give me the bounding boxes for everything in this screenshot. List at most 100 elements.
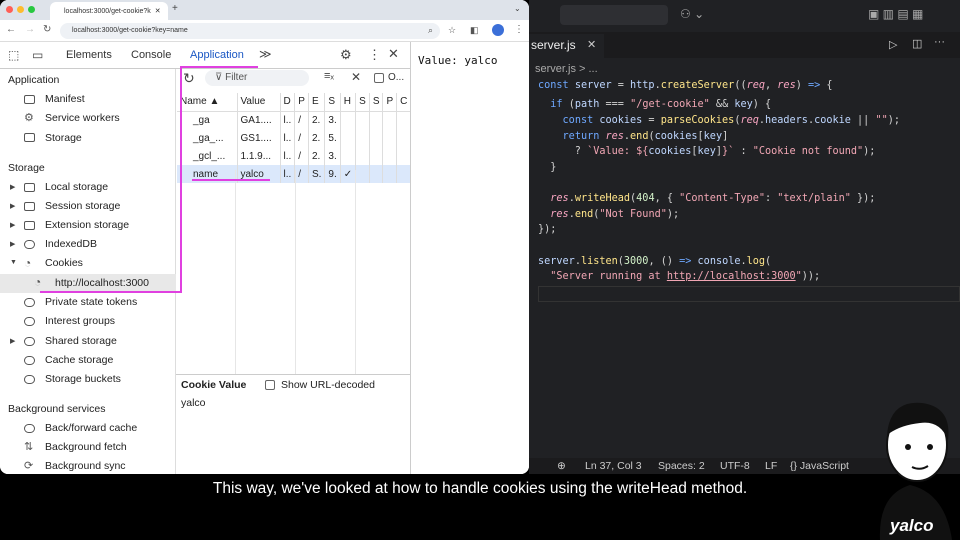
column-header-samesite[interactable]: S	[369, 93, 384, 112]
sidebar-item-session-storage[interactable]: Session storage	[45, 200, 120, 212]
code-line: if (path === "/get-cookie" && key) {	[550, 99, 772, 110]
close-window-dot[interactable]	[6, 6, 13, 13]
sidebar-item-cache-storage[interactable]: Cache storage	[45, 354, 113, 366]
column-header-path[interactable]: P	[294, 93, 309, 112]
tab-list-icon[interactable]: ⌄	[514, 4, 521, 13]
cell	[396, 129, 412, 147]
editor-tab-title: server.js	[531, 38, 576, 52]
cursor-position[interactable]: Ln 37, Col 3	[585, 460, 642, 472]
copilot-icon[interactable]: ⚇ ⌄	[680, 7, 704, 21]
cell: /	[294, 111, 309, 129]
delete-selected-icon[interactable]: ✕	[351, 70, 361, 84]
sidebar-item-back-forward-cache[interactable]: Back/forward cache	[45, 422, 137, 434]
breadcrumb[interactable]: server.js > ...	[535, 63, 598, 75]
back-icon[interactable]: ←	[6, 24, 16, 35]
sidebar-item-cookie-origin[interactable]: http://localhost:3000	[55, 277, 149, 289]
search-icon[interactable]: ⌕	[428, 25, 433, 36]
tab-application[interactable]: Application	[190, 49, 244, 61]
more-options-icon[interactable]: ⋮	[368, 47, 381, 63]
language-mode[interactable]: {} JavaScript	[790, 460, 849, 472]
more-tabs-icon[interactable]: ≫	[259, 47, 272, 61]
cell	[355, 147, 370, 165]
column-header-httponly[interactable]: H	[340, 93, 357, 112]
code-line: const server = http.createServer((req, r…	[538, 80, 833, 91]
sidebar-item-local-storage[interactable]: Local storage	[45, 181, 108, 193]
line-ending[interactable]: LF	[765, 460, 777, 472]
avatar[interactable]	[492, 24, 504, 36]
zoom-icon[interactable]: ⊕	[557, 460, 566, 472]
url-field[interactable]: localhost:3000/get-cookie?key=name	[60, 23, 440, 39]
gear-icon: ⚙	[24, 112, 34, 124]
zoom-window-dot[interactable]	[28, 6, 35, 13]
column-header-value[interactable]: Value	[237, 93, 281, 112]
browser-tab[interactable]: localhost:3000/get-cookie?k ✕	[50, 2, 168, 20]
reload-icon[interactable]: ↻	[43, 24, 51, 35]
cell: GS1....	[237, 129, 281, 147]
indentation[interactable]: Spaces: 2	[658, 460, 705, 472]
close-devtools-icon[interactable]: ✕	[388, 46, 399, 62]
sidebar-item-interest-groups[interactable]: Interest groups	[45, 315, 115, 327]
column-header-name[interactable]: Name ▲	[177, 93, 238, 112]
cell	[396, 147, 412, 165]
forward-icon[interactable]: →	[25, 24, 35, 35]
column-header-expires[interactable]: E	[308, 93, 326, 112]
sidebar-item-manifest[interactable]: Manifest	[45, 93, 85, 105]
split-editor-icon[interactable]: ◫	[912, 37, 922, 50]
sidebar-item-extension-storage[interactable]: Extension storage	[45, 219, 129, 231]
extensions-icon[interactable]: ◧	[470, 25, 479, 36]
cell: 2.	[308, 129, 326, 147]
tab-console[interactable]: Console	[131, 49, 171, 61]
show-url-decoded-checkbox[interactable]	[265, 380, 275, 390]
more-actions-icon[interactable]: ···	[934, 36, 945, 48]
device-toolbar-icon[interactable]: ▭	[32, 48, 43, 62]
expand-arrow-icon[interactable]: ▶	[10, 240, 15, 248]
grid-icon	[24, 202, 35, 211]
column-header-cross-site[interactable]: C	[396, 93, 412, 112]
close-tab-icon[interactable]: ✕	[155, 8, 161, 15]
bookmark-icon[interactable]: ☆	[448, 25, 456, 36]
expand-arrow-icon[interactable]: ▶	[10, 183, 15, 191]
cell	[369, 147, 384, 165]
close-tab-icon[interactable]: ✕	[587, 38, 596, 51]
sidebar-item-service-workers[interactable]: Service workers	[45, 112, 120, 124]
filter-input[interactable]: ⊽ Filter	[205, 70, 309, 86]
sidebar-item-private-state-tokens[interactable]: Private state tokens	[45, 296, 137, 308]
collapse-arrow-icon[interactable]: ▼	[10, 259, 17, 266]
clear-filtered-icon[interactable]: ≡ₓ	[324, 70, 334, 82]
cell: 2.	[308, 111, 326, 129]
only-issues-checkbox[interactable]	[374, 73, 384, 83]
column-header-secure[interactable]: S	[355, 93, 370, 112]
browser-tab-bar: localhost:3000/get-cookie?k ✕ + ⌄	[0, 0, 529, 20]
sidebar-item-storage-buckets[interactable]: Storage buckets	[45, 373, 121, 385]
command-center[interactable]	[560, 5, 668, 25]
sync-icon: ⟳	[24, 460, 34, 472]
sidebar-item-background-sync[interactable]: Background sync	[45, 460, 126, 472]
column-header-domain[interactable]: D	[280, 93, 296, 112]
expand-arrow-icon[interactable]: ▶	[10, 221, 15, 229]
column-header-partition[interactable]: P	[382, 93, 398, 112]
tab-elements[interactable]: Elements	[66, 49, 112, 61]
inspect-icon[interactable]: ⬚	[8, 48, 19, 62]
sidebar-item-indexeddb[interactable]: IndexedDB	[45, 238, 97, 250]
encoding[interactable]: UTF-8	[720, 460, 750, 472]
expand-arrow-icon[interactable]: ▶	[10, 202, 15, 210]
column-header-size[interactable]: S	[324, 93, 341, 112]
browser-window: localhost:3000/get-cookie?k ✕ + ⌄ ← → ↻ l…	[0, 0, 529, 474]
menu-icon[interactable]: ⋮	[514, 24, 524, 35]
refresh-icon[interactable]: ↻	[183, 70, 195, 87]
run-icon[interactable]: ▷	[889, 38, 897, 51]
table-row[interactable]: _ga_...GS1....l../2.5.M	[177, 129, 427, 147]
new-tab-icon[interactable]: +	[172, 3, 178, 14]
sidebar-item-storage[interactable]: Storage	[45, 132, 82, 144]
minimize-window-dot[interactable]	[17, 6, 24, 13]
table-row[interactable]: _gaGA1....l../2.3.M	[177, 111, 427, 129]
sidebar-item-background-fetch[interactable]: Background fetch	[45, 441, 127, 453]
settings-gear-icon[interactable]: ⚙	[340, 47, 352, 63]
page-response-text: Value: yalco	[418, 54, 498, 67]
sidebar-item-cookies[interactable]: Cookies	[45, 257, 83, 269]
annotation-line	[180, 66, 182, 293]
sidebar-item-shared-storage[interactable]: Shared storage	[45, 335, 117, 347]
expand-arrow-icon[interactable]: ▶	[10, 337, 15, 345]
table-row[interactable]: _gcl_...1.1.9...l../2.3.M	[177, 147, 427, 165]
layout-icon[interactable]: ▣ ▥ ▤ ▦	[868, 7, 923, 21]
